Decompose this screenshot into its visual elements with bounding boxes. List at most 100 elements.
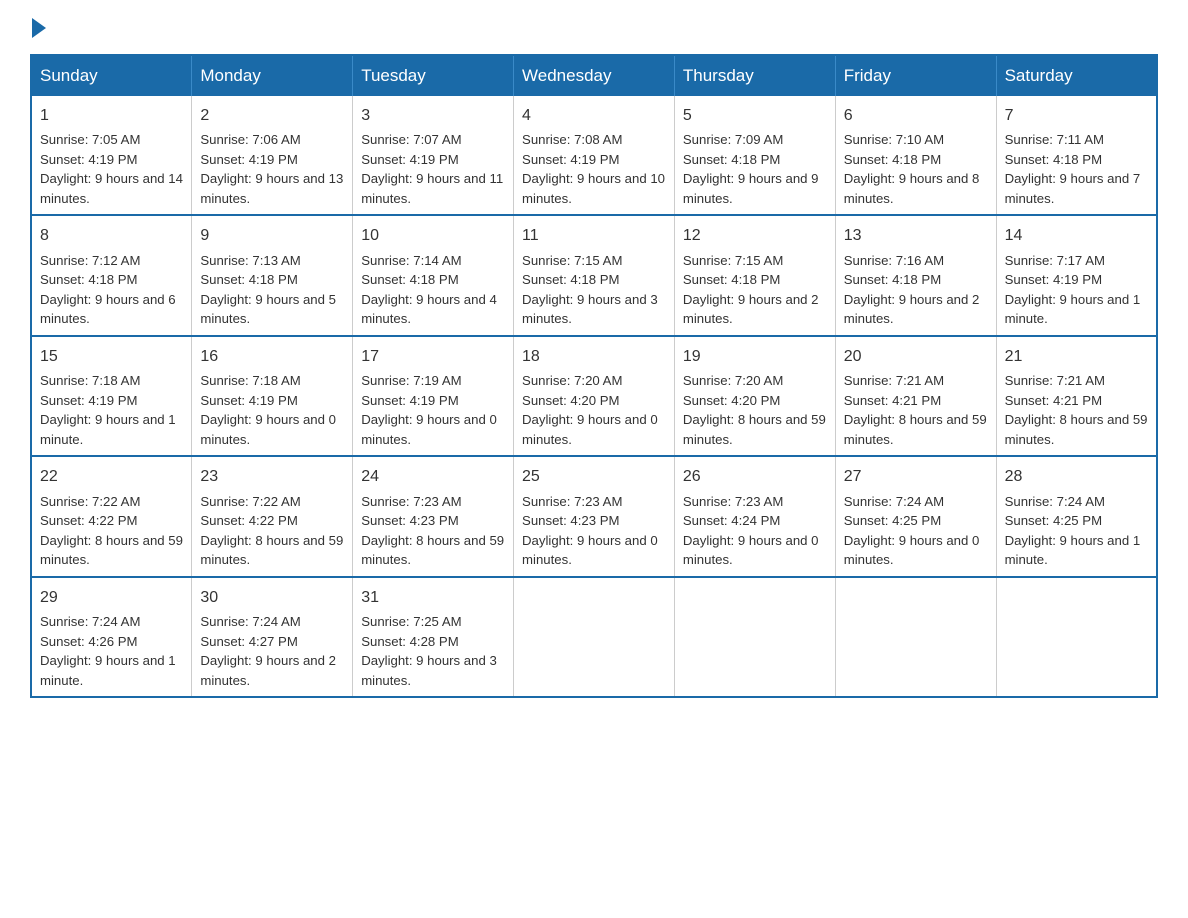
calendar-cell: 13 Sunrise: 7:16 AMSunset: 4:18 PMDayligh… [835,215,996,335]
day-info: Sunrise: 7:12 AMSunset: 4:18 PMDaylight:… [40,253,176,327]
day-info: Sunrise: 7:23 AMSunset: 4:24 PMDaylight:… [683,494,819,568]
calendar-cell: 27 Sunrise: 7:24 AMSunset: 4:25 PMDayligh… [835,456,996,576]
calendar-cell: 25 Sunrise: 7:23 AMSunset: 4:23 PMDayligh… [514,456,675,576]
day-info: Sunrise: 7:15 AMSunset: 4:18 PMDaylight:… [683,253,819,327]
calendar-cell: 19 Sunrise: 7:20 AMSunset: 4:20 PMDayligh… [674,336,835,456]
day-info: Sunrise: 7:25 AMSunset: 4:28 PMDaylight:… [361,614,497,688]
day-number: 25 [522,465,666,488]
day-info: Sunrise: 7:19 AMSunset: 4:19 PMDaylight:… [361,373,497,447]
day-number: 5 [683,104,827,127]
calendar-cell: 11 Sunrise: 7:15 AMSunset: 4:18 PMDayligh… [514,215,675,335]
calendar-cell: 5Sunrise: 7:09 AMSunset: 4:18 PMDaylight… [674,96,835,215]
day-number: 15 [40,345,183,368]
calendar-cell: 28Sunrise: 7:24 AMSunset: 4:25 PMDayligh… [996,456,1157,576]
calendar-cell: 16 Sunrise: 7:18 AMSunset: 4:19 PMDayligh… [192,336,353,456]
day-number: 22 [40,465,183,488]
day-number: 27 [844,465,988,488]
logo [30,20,48,38]
day-number: 21 [1005,345,1148,368]
calendar-week-row: 8Sunrise: 7:12 AMSunset: 4:18 PMDaylight… [31,215,1157,335]
day-number: 19 [683,345,827,368]
page-header [30,20,1158,38]
calendar-cell: 3Sunrise: 7:07 AMSunset: 4:19 PMDaylight… [353,96,514,215]
calendar-cell: 12 Sunrise: 7:15 AMSunset: 4:18 PMDayligh… [674,215,835,335]
day-number: 17 [361,345,505,368]
calendar-cell: 20 Sunrise: 7:21 AMSunset: 4:21 PMDayligh… [835,336,996,456]
logo-triangle-icon [32,18,46,38]
calendar-week-row: 1 Sunrise: 7:05 AMSunset: 4:19 PMDaylight… [31,96,1157,215]
day-info: Sunrise: 7:21 AMSunset: 4:21 PMDaylight:… [844,373,987,447]
day-of-week-header: Sunday [31,55,192,96]
calendar-cell: 15Sunrise: 7:18 AMSunset: 4:19 PMDayligh… [31,336,192,456]
day-info: Sunrise: 7:08 AMSunset: 4:19 PMDaylight:… [522,132,665,206]
calendar-cell [514,577,675,697]
day-info: Sunrise: 7:20 AMSunset: 4:20 PMDaylight:… [683,373,826,447]
day-info: Sunrise: 7:22 AMSunset: 4:22 PMDaylight:… [40,494,183,568]
calendar-cell: 7 Sunrise: 7:11 AMSunset: 4:18 PMDaylight… [996,96,1157,215]
day-info: Sunrise: 7:24 AMSunset: 4:27 PMDaylight:… [200,614,336,688]
day-info: Sunrise: 7:24 AMSunset: 4:26 PMDaylight:… [40,614,176,688]
day-info: Sunrise: 7:23 AMSunset: 4:23 PMDaylight:… [361,494,504,568]
day-number: 14 [1005,224,1148,247]
day-number: 6 [844,104,988,127]
day-number: 20 [844,345,988,368]
day-number: 11 [522,224,666,247]
day-number: 12 [683,224,827,247]
day-info: Sunrise: 7:11 AMSunset: 4:18 PMDaylight:… [1005,132,1141,206]
day-info: Sunrise: 7:18 AMSunset: 4:19 PMDaylight:… [200,373,336,447]
calendar-cell: 21 Sunrise: 7:21 AMSunset: 4:21 PMDayligh… [996,336,1157,456]
day-info: Sunrise: 7:20 AMSunset: 4:20 PMDaylight:… [522,373,658,447]
calendar-cell [835,577,996,697]
day-info: Sunrise: 7:15 AMSunset: 4:18 PMDaylight:… [522,253,658,327]
calendar-cell: 29 Sunrise: 7:24 AMSunset: 4:26 PMDayligh… [31,577,192,697]
day-info: Sunrise: 7:21 AMSunset: 4:21 PMDaylight:… [1005,373,1148,447]
calendar-cell: 14 Sunrise: 7:17 AMSunset: 4:19 PMDayligh… [996,215,1157,335]
day-of-week-header: Thursday [674,55,835,96]
day-number: 18 [522,345,666,368]
calendar-cell: 1 Sunrise: 7:05 AMSunset: 4:19 PMDaylight… [31,96,192,215]
day-number: 1 [40,104,183,127]
day-number: 28 [1005,465,1148,488]
calendar-week-row: 29 Sunrise: 7:24 AMSunset: 4:26 PMDayligh… [31,577,1157,697]
day-of-week-header: Wednesday [514,55,675,96]
day-number: 23 [200,465,344,488]
day-info: Sunrise: 7:23 AMSunset: 4:23 PMDaylight:… [522,494,658,568]
calendar-cell: 17 Sunrise: 7:19 AMSunset: 4:19 PMDayligh… [353,336,514,456]
day-number: 10 [361,224,505,247]
calendar-header-row: SundayMondayTuesdayWednesdayThursdayFrid… [31,55,1157,96]
day-info: Sunrise: 7:24 AMSunset: 4:25 PMDaylight:… [844,494,980,568]
day-number: 26 [683,465,827,488]
calendar-cell: 30 Sunrise: 7:24 AMSunset: 4:27 PMDayligh… [192,577,353,697]
day-number: 7 [1005,104,1148,127]
day-info: Sunrise: 7:16 AMSunset: 4:18 PMDaylight:… [844,253,980,327]
calendar-cell: 31 Sunrise: 7:25 AMSunset: 4:28 PMDayligh… [353,577,514,697]
day-number: 30 [200,586,344,609]
calendar-cell: 2 Sunrise: 7:06 AMSunset: 4:19 PMDaylight… [192,96,353,215]
day-of-week-header: Friday [835,55,996,96]
day-info: Sunrise: 7:06 AMSunset: 4:19 PMDaylight:… [200,132,343,206]
day-info: Sunrise: 7:14 AMSunset: 4:18 PMDaylight:… [361,253,497,327]
day-number: 29 [40,586,183,609]
day-number: 4 [522,104,666,127]
day-number: 2 [200,104,344,127]
calendar-cell [674,577,835,697]
calendar-cell: 22 Sunrise: 7:22 AMSunset: 4:22 PMDayligh… [31,456,192,576]
calendar-cell: 23 Sunrise: 7:22 AMSunset: 4:22 PMDayligh… [192,456,353,576]
day-number: 13 [844,224,988,247]
day-info: Sunrise: 7:07 AMSunset: 4:19 PMDaylight:… [361,132,503,206]
day-info: Sunrise: 7:17 AMSunset: 4:19 PMDaylight:… [1005,253,1141,327]
day-info: Sunrise: 7:22 AMSunset: 4:22 PMDaylight:… [200,494,343,568]
day-of-week-header: Saturday [996,55,1157,96]
calendar-cell: 24 Sunrise: 7:23 AMSunset: 4:23 PMDayligh… [353,456,514,576]
calendar-cell: 10 Sunrise: 7:14 AMSunset: 4:18 PMDayligh… [353,215,514,335]
calendar-cell: 9Sunrise: 7:13 AMSunset: 4:18 PMDaylight… [192,215,353,335]
day-number: 24 [361,465,505,488]
day-number: 9 [200,224,344,247]
day-number: 31 [361,586,505,609]
calendar-cell: 18 Sunrise: 7:20 AMSunset: 4:20 PMDayligh… [514,336,675,456]
day-number: 16 [200,345,344,368]
day-info: Sunrise: 7:05 AMSunset: 4:19 PMDaylight:… [40,132,183,206]
day-info: Sunrise: 7:10 AMSunset: 4:18 PMDaylight:… [844,132,980,206]
day-of-week-header: Tuesday [353,55,514,96]
calendar-week-row: 15 Sunrise: 7:18 AMSunset: 4:19 PMDayligh… [31,336,1157,456]
